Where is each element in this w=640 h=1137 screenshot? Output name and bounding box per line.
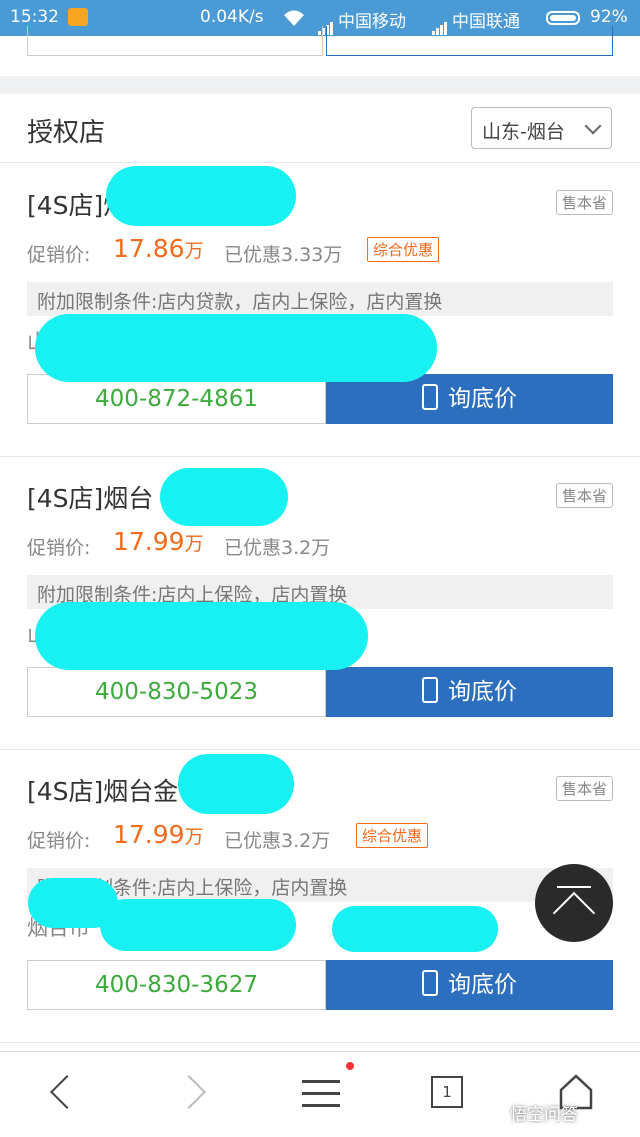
redaction — [35, 602, 368, 670]
price-unit: 万 — [184, 826, 204, 848]
price-unit: 万 — [184, 240, 204, 262]
arrow-up-icon — [552, 891, 596, 935]
sales-scope-badge: 售本省 — [555, 776, 613, 801]
dealer-name[interactable]: [4S店]烟台金 — [27, 772, 178, 808]
status-time: 15:32 — [10, 7, 59, 27]
back-to-top-icon — [557, 886, 591, 888]
previous-phone-button[interactable] — [27, 26, 323, 56]
ask-price-label: 询底价 — [448, 679, 517, 705]
ask-price-button[interactable]: 询底价 — [326, 667, 613, 717]
redaction — [100, 899, 296, 951]
divider — [0, 1042, 640, 1043]
offer-tag: 综合优惠 — [367, 237, 440, 262]
promo-price: 17.99万 — [113, 527, 204, 556]
price-label: 促销价: — [27, 537, 91, 559]
price-label: 促销价: — [27, 830, 91, 852]
notification-icon — [68, 8, 88, 26]
sales-scope-badge: 售本省 — [555, 483, 613, 508]
discount-text: 已优惠3.2万 — [224, 830, 331, 852]
discount-text: 已优惠3.33万 — [224, 244, 343, 266]
divider — [0, 162, 640, 163]
chevron-down-icon — [584, 117, 602, 135]
battery-icon — [546, 11, 580, 25]
ask-price-button[interactable]: 询底价 — [326, 960, 613, 1010]
price-value: 17.86 — [113, 234, 185, 263]
phone-button[interactable]: 400-830-5023 — [27, 667, 326, 717]
watermark: 悟空问答 — [510, 1105, 578, 1125]
menu-icon[interactable] — [302, 1080, 340, 1116]
price-value: 17.99 — [113, 820, 185, 849]
back-to-top-button[interactable] — [535, 864, 613, 942]
dealer-name[interactable]: [4S店]烟台 — [27, 479, 153, 515]
price-label: 促销价: — [27, 244, 91, 266]
offer-tag: 综合优惠 — [356, 823, 429, 848]
previous-dealer-buttons — [0, 26, 640, 76]
previous-report-button[interactable] — [326, 26, 613, 56]
ask-price-label: 询底价 — [448, 386, 517, 412]
promo-price: 17.86万 — [113, 234, 204, 263]
section-divider — [0, 76, 640, 94]
phone-icon — [422, 384, 438, 410]
back-icon[interactable] — [50, 1075, 84, 1109]
sales-scope-badge: 售本省 — [555, 190, 613, 215]
discount-text: 已优惠3.2万 — [224, 537, 331, 559]
redaction — [106, 166, 296, 226]
price-value: 17.99 — [113, 527, 185, 556]
network-speed: 0.04K/s — [200, 7, 264, 27]
redaction — [160, 468, 288, 526]
promo-price: 17.99万 — [113, 820, 204, 849]
redaction — [332, 906, 498, 952]
phone-icon — [422, 677, 438, 703]
tabs-button[interactable]: 1 — [431, 1076, 463, 1108]
notification-dot — [346, 1062, 354, 1070]
dealer-card: [4S店]烟台 售本省 促销价: 17.99万 已优惠3.2万 附加限制条件:店… — [0, 457, 640, 727]
conditions: 附加限制条件:店内贷款，店内上保险，店内置换 — [27, 282, 613, 316]
phone-button[interactable]: 400-830-3627 — [27, 960, 326, 1010]
dealer-card: [4S店]烟 售本省 促销价: 17.86万 已优惠3.33万 综合优惠 附加限… — [0, 164, 640, 434]
region-select[interactable]: 山东-烟台 — [471, 107, 612, 149]
forward-icon[interactable] — [172, 1075, 206, 1109]
redaction — [35, 314, 437, 382]
price-unit: 万 — [184, 533, 204, 555]
phone-icon — [422, 970, 438, 996]
section-title: 授权店 — [27, 118, 106, 148]
battery-percent: 92% — [590, 7, 628, 27]
region-select-value: 山东-烟台 — [482, 121, 565, 143]
redaction — [178, 754, 294, 814]
ask-price-label: 询底价 — [448, 972, 517, 998]
